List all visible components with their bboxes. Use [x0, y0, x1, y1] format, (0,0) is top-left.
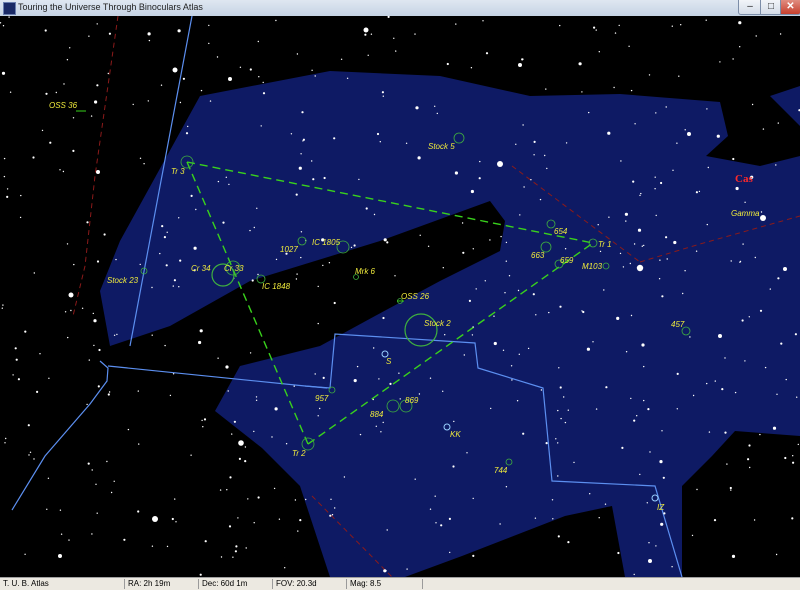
label-iz: IZ: [657, 503, 665, 512]
status-divider: [198, 579, 199, 589]
label-oss26: OSS 26: [401, 292, 430, 301]
label-tr1: Tr 1: [598, 240, 612, 249]
label-mrk6: Mrk 6: [355, 267, 376, 276]
maximize-button[interactable]: □: [760, 0, 782, 15]
label-stock2: Stock 2: [424, 319, 451, 328]
app-icon: [3, 2, 16, 15]
label-ic1805: IC 1805: [312, 238, 341, 247]
atlas-window: Touring the Universe Through Binoculars …: [0, 0, 800, 590]
label-s: S: [386, 357, 392, 366]
label-cr34: Cr 34: [191, 264, 211, 273]
label-kk: KK: [450, 430, 461, 439]
star-chart[interactable]: OSS 36 Stock 5 Tr 3 Gamma 654 Tr 1 663 6…: [0, 16, 800, 577]
label-cr33: Cr 33: [224, 264, 244, 273]
label-ngc663: 663: [531, 251, 545, 260]
status-dec: Dec: 60d 1m: [202, 579, 248, 588]
window-title: Touring the Universe Through Binoculars …: [18, 2, 203, 12]
label-tr2: Tr 2: [292, 449, 306, 458]
label-ngc457: 457: [671, 320, 685, 329]
close-button[interactable]: ✕: [780, 0, 800, 15]
status-divider: [346, 579, 347, 589]
status-divider: [272, 579, 273, 589]
title-bar: Touring the Universe Through Binoculars …: [0, 0, 800, 17]
status-atlas: T. U. B. Atlas: [3, 579, 49, 588]
minimize-button[interactable]: –: [738, 0, 762, 15]
label-stock5: Stock 5: [428, 142, 455, 151]
label-ngc957: 957: [315, 394, 329, 403]
label-m103: M103: [582, 262, 603, 271]
status-divider: [422, 579, 423, 589]
label-stock23: Stock 23: [107, 276, 139, 285]
label-ngc869: 869: [405, 396, 419, 405]
status-ra: RA: 2h 19m: [128, 579, 171, 588]
status-divider: [124, 579, 125, 589]
label-ic1848: IC 1848: [262, 282, 291, 291]
status-fov: FOV: 20.3d: [276, 579, 317, 588]
label-ngc884: 884: [370, 410, 384, 419]
status-bar: T. U. B. Atlas RA: 2h 19m Dec: 60d 1m FO…: [0, 577, 800, 590]
label-ngc654: 654: [554, 227, 568, 236]
label-ngc659: 659: [560, 256, 574, 265]
label-tr3: Tr 3: [171, 167, 185, 176]
constellation-label: Cas: [735, 173, 753, 185]
label-gamma: Gamma: [731, 209, 760, 218]
status-mag: Mag: 8.5: [350, 579, 382, 588]
label-ngc1027: 1027: [280, 245, 298, 254]
label-ngc744: 744: [494, 466, 508, 475]
label-oss36: OSS 36: [49, 101, 78, 110]
